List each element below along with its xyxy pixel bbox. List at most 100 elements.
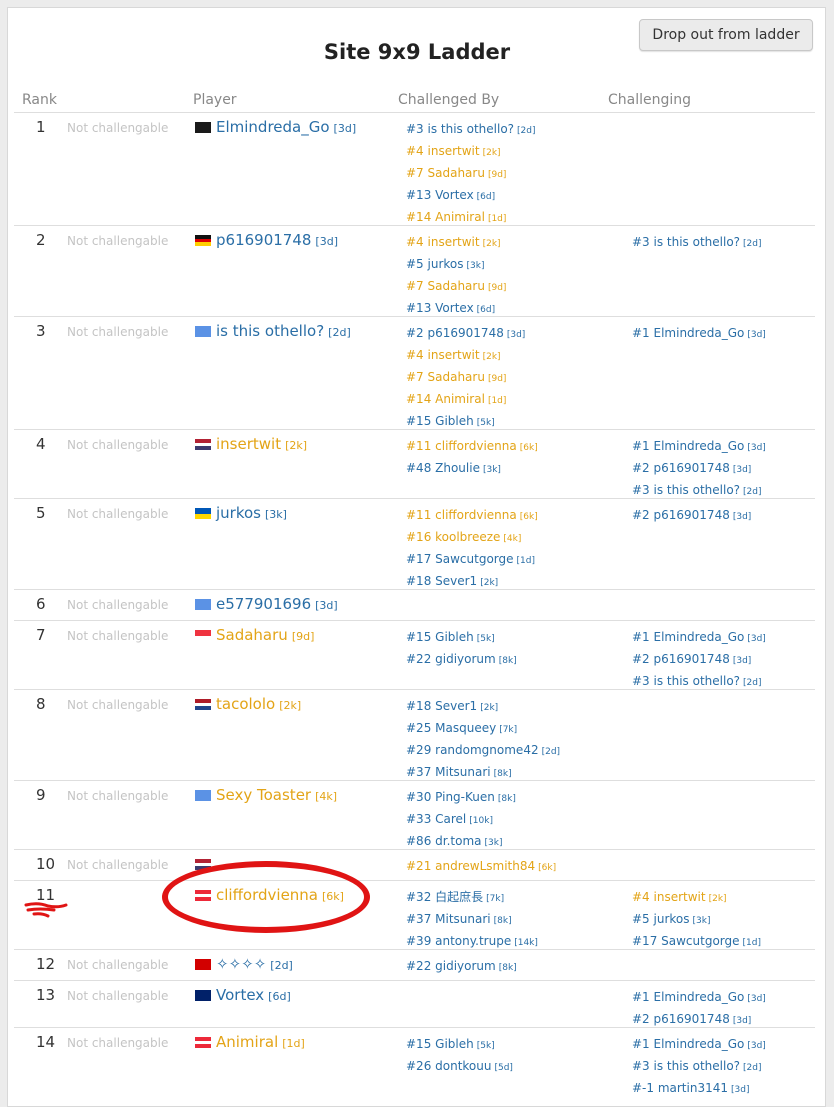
challenged-player-link[interactable]: #3 is this othello? [2d] [632,1055,766,1077]
challenger-name[interactable]: #39 antony.trupe [406,934,511,948]
challenger-name[interactable]: #18 Sever1 [406,699,477,713]
challenger-name[interactable]: #16 koolbreeze [406,530,500,544]
challenged-player-link[interactable]: #3 is this othello? [2d] [632,231,762,253]
challenged-player-link[interactable]: #2 p616901748 [3d] [632,648,766,670]
challenger-name[interactable]: #5 jurkos [406,257,464,271]
challenged-player-name[interactable]: #17 Sawcutgorge [632,934,740,948]
challenger-name[interactable]: #2 p616901748 [406,326,504,340]
challenged-player-name[interactable]: #5 jurkos [632,912,690,926]
challenger-link[interactable]: #13 Vortex [6d] [406,184,536,206]
challenger-name[interactable]: #7 Sadaharu [406,370,485,384]
challenger-link[interactable]: #7 Sadaharu [9d] [406,275,506,297]
player-name-link[interactable]: ✧✧✧✧ [216,955,266,973]
challenger-name[interactable]: #37 Mitsunari [406,765,491,779]
challenger-link[interactable]: #3 is this othello? [2d] [406,118,536,140]
challenged-player-name[interactable]: #2 p616901748 [632,652,730,666]
player-name-link[interactable]: Sadaharu [216,626,288,644]
challenger-name[interactable]: #14 Animiral [406,392,485,406]
challenger-name[interactable]: #15 Gibleh [406,630,474,644]
player-name-link[interactable]: tacololo [216,695,275,713]
player-name-link[interactable]: Sexy Toaster [216,786,311,804]
player-name-link[interactable]: jurkos [216,504,261,522]
player-name-link[interactable]: is this othello? [216,322,324,340]
challenger-link[interactable]: #26 dontkouu [5d] [406,1055,513,1077]
challenger-link[interactable]: #18 Sever1 [2k] [406,695,560,717]
challenged-player-name[interactable]: #3 is this othello? [632,483,740,497]
challenged-player-name[interactable]: #2 p616901748 [632,508,730,522]
challenged-player-link[interactable]: #2 p616901748 [3d] [632,457,766,479]
player-name-link[interactable]: Animiral [216,1033,278,1051]
player-name-link[interactable]: Vortex [216,986,264,1004]
challenger-name[interactable]: #30 Ping-Kuen [406,790,495,804]
challenger-link[interactable]: #17 Sawcutgorge [1d] [406,548,538,570]
challenger-link[interactable]: #29 randomgnome42 [2d] [406,739,560,761]
challenger-name[interactable]: #4 insertwit [406,235,480,249]
challenger-name[interactable]: #14 Animiral [406,210,485,224]
challenger-link[interactable]: #37 Mitsunari [8k] [406,908,538,930]
challenger-link[interactable]: #14 Animiral [1d] [406,388,525,410]
challenger-name[interactable]: #25 Masqueey [406,721,496,735]
challenger-name[interactable]: #17 Sawcutgorge [406,552,514,566]
player-name-link[interactable]: Elmindreda_Go [216,118,330,136]
challenged-player-name[interactable]: #1 Elmindreda_Go [632,1037,744,1051]
challenged-player-link[interactable]: #1 Elmindreda_Go [3d] [632,1033,766,1055]
challenger-name[interactable]: #29 randomgnome42 [406,743,539,757]
challenged-player-name[interactable]: #1 Elmindreda_Go [632,326,744,340]
challenged-player-name[interactable]: #3 is this othello? [632,1059,740,1073]
challenger-name[interactable]: #4 insertwit [406,348,480,362]
player-name-link[interactable]: e577901696 [216,595,311,613]
challenged-player-link[interactable]: #1 Elmindreda_Go [3d] [632,435,766,457]
challenger-link[interactable]: #32 白起庶長 [7k] [406,886,538,908]
challenged-player-name[interactable]: #1 Elmindreda_Go [632,630,744,644]
challenger-name[interactable]: #37 Mitsunari [406,912,491,926]
challenged-player-name[interactable]: #2 p616901748 [632,1012,730,1026]
challenger-link[interactable]: #48 Zhoulie [3k] [406,457,538,479]
challenger-name[interactable]: #32 白起庶長 [406,890,483,904]
challenger-name[interactable]: #4 insertwit [406,144,480,158]
challenged-player-name[interactable]: #1 Elmindreda_Go [632,439,744,453]
challenger-link[interactable]: #4 insertwit [2k] [406,140,536,162]
challenged-player-link[interactable]: #4 insertwit [2k] [632,886,761,908]
challenger-name[interactable]: #22 gidiyorum [406,959,496,973]
challenged-player-name[interactable]: #1 Elmindreda_Go [632,990,744,1004]
challenged-player-link[interactable]: #2 p616901748 [3d] [632,504,751,526]
challenger-link[interactable]: #7 Sadaharu [9d] [406,162,536,184]
challenger-name[interactable]: #18 Sever1 [406,574,477,588]
challenger-link[interactable]: #22 gidiyorum [8k] [406,955,517,977]
challenger-link[interactable]: #5 jurkos [3k] [406,253,506,275]
challenger-name[interactable]: #13 Vortex [406,301,474,315]
challenger-link[interactable]: #25 Masqueey [7k] [406,717,560,739]
challenger-name[interactable]: #22 gidiyorum [406,652,496,666]
challenger-name[interactable]: #13 Vortex [406,188,474,202]
challenged-player-link[interactable]: #1 Elmindreda_Go [3d] [632,626,766,648]
challenger-name[interactable]: #26 dontkouu [406,1059,491,1073]
challenged-player-link[interactable]: #1 Elmindreda_Go [3d] [632,986,766,1008]
challenger-link[interactable]: #11 cliffordvienna [6k] [406,435,538,457]
challenged-player-link[interactable]: #1 Elmindreda_Go [3d] [632,322,766,344]
challenged-player-name[interactable]: #3 is this othello? [632,235,740,249]
challenger-name[interactable]: #11 cliffordvienna [406,439,517,453]
player-name-link[interactable]: insertwit [216,435,281,453]
challenger-link[interactable]: #4 insertwit [2k] [406,231,506,253]
challenged-player-link[interactable]: #5 jurkos [3k] [632,908,761,930]
challenger-name[interactable]: #7 Sadaharu [406,279,485,293]
challenger-link[interactable]: #21 andrewLsmith84 [6k] [406,855,556,877]
challenger-name[interactable]: #33 Carel [406,812,466,826]
challenger-name[interactable]: #48 Zhoulie [406,461,480,475]
challenger-link[interactable]: #11 cliffordvienna [6k] [406,504,538,526]
challenger-link[interactable]: #4 insertwit [2k] [406,344,525,366]
challenged-player-name[interactable]: #-1 martin3141 [632,1081,728,1095]
challenger-link[interactable]: #7 Sadaharu [9d] [406,366,525,388]
challenger-name[interactable]: #21 andrewLsmith84 [406,859,535,873]
challenger-link[interactable]: #33 Carel [10k] [406,808,516,830]
challenged-player-name[interactable]: #4 insertwit [632,890,706,904]
challenged-player-name[interactable]: #2 p616901748 [632,461,730,475]
challenger-link[interactable]: #2 p616901748 [3d] [406,322,525,344]
challenger-name[interactable]: #15 Gibleh [406,414,474,428]
challenger-link[interactable]: #22 gidiyorum [8k] [406,648,517,670]
challenger-name[interactable]: #15 Gibleh [406,1037,474,1051]
challenger-link[interactable]: #16 koolbreeze [4k] [406,526,538,548]
drop-out-button[interactable]: Drop out from ladder [639,19,813,51]
challenger-name[interactable]: #86 dr.toma [406,834,482,848]
challenger-link[interactable]: #15 Gibleh [5k] [406,626,517,648]
